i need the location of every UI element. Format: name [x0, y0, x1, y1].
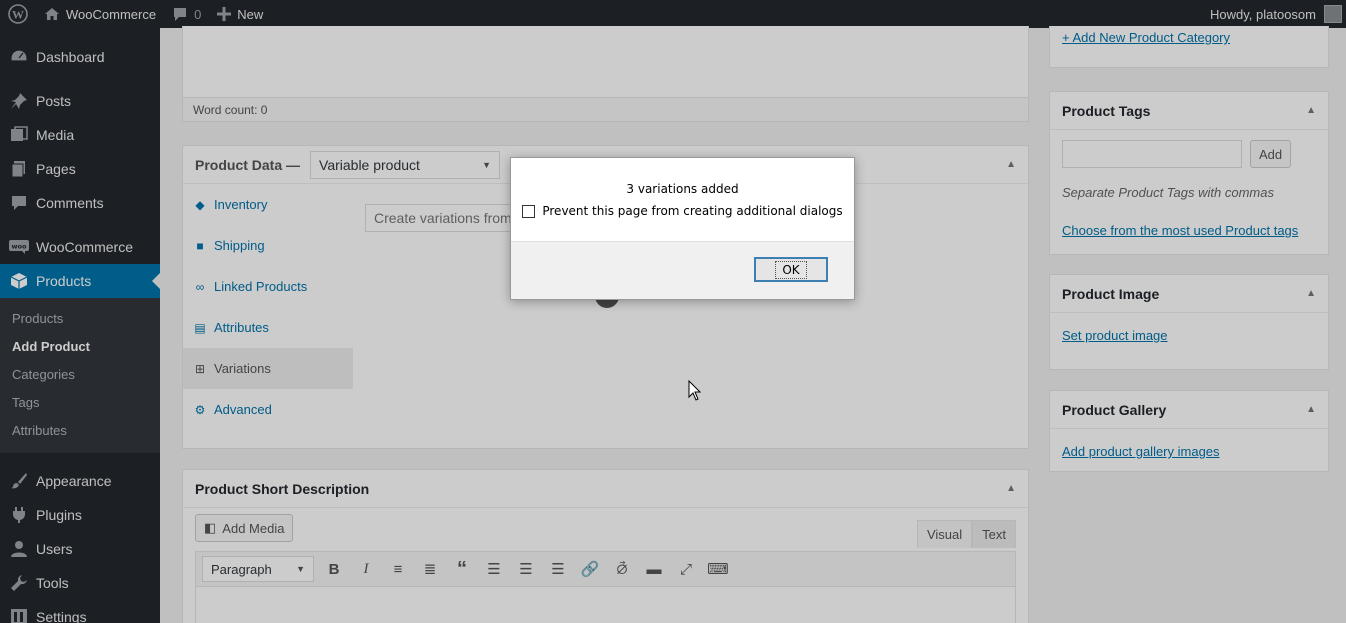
prevent-dialogs-checkbox[interactable] [522, 204, 536, 218]
ok-button[interactable]: OK [754, 257, 828, 282]
ok-label: OK [775, 260, 807, 279]
modal-overlay [0, 0, 1346, 623]
prevent-dialogs-row[interactable]: Prevent this page from creating addition… [511, 204, 854, 218]
dialog-message: 3 variations added [626, 182, 739, 196]
dialog-footer: OK [511, 241, 854, 299]
alert-dialog: 3 variations added Prevent this page fro… [510, 157, 855, 300]
prevent-dialogs-label: Prevent this page from creating addition… [542, 204, 843, 218]
mouse-cursor-icon [688, 379, 702, 405]
